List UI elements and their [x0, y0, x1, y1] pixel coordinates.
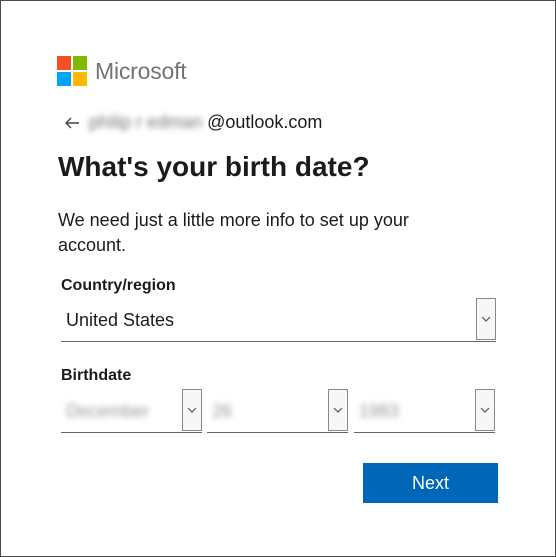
- brand-name: Microsoft: [95, 57, 187, 84]
- chevron-down-icon: [187, 407, 197, 413]
- birth-year-value: 1983: [359, 401, 400, 421]
- birth-year-select[interactable]: 1983: [354, 389, 495, 433]
- birth-month-select[interactable]: December: [61, 389, 202, 433]
- signup-dialog: Microsoft philip r edman @outlook.com Wh…: [0, 0, 556, 557]
- email-address: philip r edman @outlook.com: [89, 112, 322, 133]
- email-masked-prefix: philip r: [89, 112, 143, 132]
- birth-month-value: December: [66, 401, 150, 421]
- birthdate-label: Birthdate: [61, 367, 132, 384]
- chevron-down-icon: [480, 407, 490, 413]
- email-domain: @outlook.com: [207, 112, 323, 132]
- microsoft-logo-icon: [57, 56, 87, 86]
- birth-year-dropdown-button[interactable]: [475, 389, 495, 431]
- birth-day-value: 26: [212, 401, 233, 421]
- country-label: Country/region: [61, 277, 176, 294]
- email-masked-middle: edman: [147, 112, 203, 132]
- birth-month-dropdown-button[interactable]: [182, 389, 202, 431]
- arrow-left-icon[interactable]: [63, 114, 81, 132]
- country-dropdown-button[interactable]: [476, 298, 496, 340]
- next-button[interactable]: Next: [363, 463, 498, 503]
- chevron-down-icon: [481, 316, 491, 322]
- birth-day-select[interactable]: 26: [207, 389, 348, 433]
- country-value: United States: [66, 310, 175, 330]
- page-description: We need just a little more info to set u…: [58, 210, 409, 255]
- country-select[interactable]: United States: [61, 298, 496, 342]
- page-title: What's your birth date?: [58, 151, 370, 182]
- identity-banner: philip r edman @outlook.com: [63, 112, 322, 133]
- microsoft-logo: Microsoft: [57, 56, 187, 86]
- chevron-down-icon: [333, 407, 343, 413]
- birth-day-dropdown-button[interactable]: [328, 389, 348, 431]
